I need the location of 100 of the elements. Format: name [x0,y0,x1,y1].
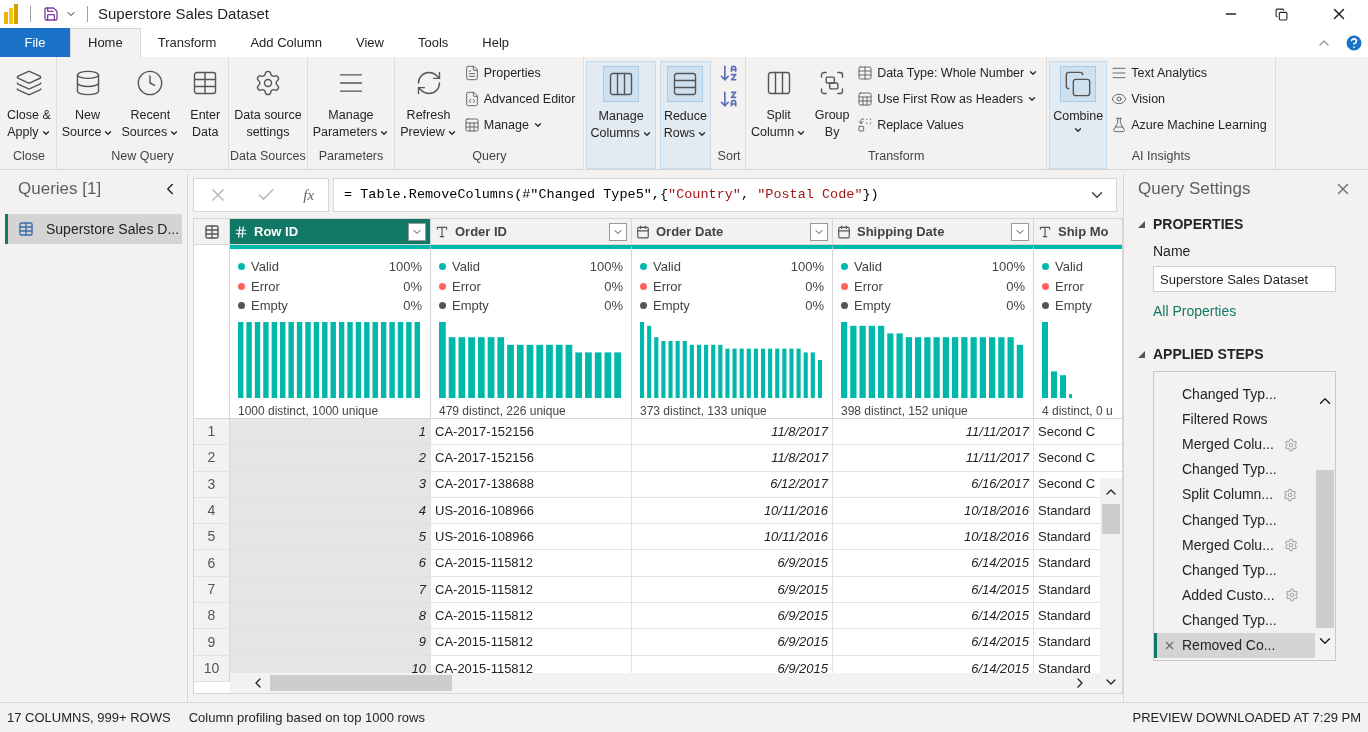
applied-step[interactable]: Changed Typ... [1154,457,1315,483]
table-cell: 10/11/2016 [632,524,833,550]
applied-step[interactable]: Changed Typ... [1154,382,1315,408]
status-text: 17 COLUMNS, 999+ ROWS [7,708,171,727]
formula-field[interactable]: = Table.RemoveColumns(#"Changed Type5",{"Country", "Postal Code"}) [333,178,1117,212]
fx-button[interactable]: fx [303,183,315,207]
vertical-scrollbar[interactable] [1100,478,1122,693]
table-cell: 6/9/2015 [632,576,833,603]
applied-step[interactable]: Merged Colu... [1154,532,1315,558]
button-label: Close & [7,107,51,124]
ribbon-menu-button[interactable]: Advanced Editor [463,89,576,109]
text-type-icon [435,224,449,239]
ribbon-button[interactable]: Recent Sources [118,61,183,151]
applied-step[interactable]: Merged Colu... [1154,432,1315,458]
ribbon-menu-button[interactable]: Text Analytics [1111,63,1267,83]
profile-percent: 100% [991,258,1025,276]
ribbon-menu-button[interactable]: Manage [463,115,576,135]
profile-percent: 100% [388,258,422,276]
filter-dropdown[interactable] [810,222,828,241]
save-icon[interactable] [43,6,59,22]
filter-dropdown[interactable] [1011,222,1029,241]
button-label: Reduce [663,108,707,125]
help-icon[interactable] [1344,33,1364,53]
section-heading: PROPERTIES [1153,215,1244,234]
ribbon-button[interactable]: New Source [58,61,117,151]
histogram-bar [753,348,758,398]
profile-percent: 0% [1006,297,1025,315]
scrollbar-thumb[interactable] [1316,470,1334,628]
query-item[interactable]: Superstore Sales D... [5,214,182,244]
profile-label: Error [251,277,281,296]
column-header[interactable]: Ship Mo [1034,219,1122,244]
histogram-bar [952,336,959,398]
gear-icon[interactable] [1283,437,1298,452]
histogram-bar [711,344,716,398]
ribbon-menu-button[interactable]: Replace Values [857,115,1039,135]
ribbon-button[interactable]: Reduce Rows [659,61,712,169]
button-label: Split [766,107,791,124]
ribbon-button[interactable]: Manage Columns [586,61,656,169]
number-type-icon [234,224,248,239]
histogram-bar [803,351,808,398]
scrollbar-thumb[interactable] [270,675,452,691]
histogram-bar [782,348,787,398]
applied-step[interactable]: Added Custo... [1154,582,1315,608]
ribbon-button[interactable]: Data source settings [231,61,305,151]
gear-icon[interactable] [1284,588,1299,603]
applied-step[interactable]: Changed Typ... [1154,607,1315,633]
ribbon-menu-button[interactable]: Vision [1111,89,1267,109]
ribbon-button[interactable]: Group By [811,61,854,151]
histogram-bar [565,344,573,398]
ribbon-menu-button[interactable]: Data Type: Whole Number [857,63,1039,83]
ribbon-button[interactable]: Close & Apply [4,61,54,151]
restore-icon[interactable] [1275,7,1288,21]
ribbon-tab[interactable]: Home [70,28,141,57]
table-cell: 6/16/2017 [833,471,1034,497]
applied-step[interactable]: Removed Co... [1154,632,1315,659]
column-header[interactable]: Shipping Date [833,219,1034,244]
ribbon-button[interactable]: Split Column [748,61,810,151]
histogram-bar [614,351,621,398]
sort-ascending-icon[interactable] [719,63,740,83]
histogram-bar [682,340,687,398]
filter-dropdown[interactable] [408,222,426,241]
button-label: Rows [663,125,696,142]
column-header[interactable]: Row ID [230,219,431,244]
filter-dropdown[interactable] [609,222,627,241]
all-properties-link[interactable]: All Properties [1153,301,1338,322]
histogram-bar [497,336,505,398]
name-field[interactable]: Superstore Sales Dataset [1153,266,1336,292]
ribbon-menu-button[interactable]: Azure Machine Learning [1111,115,1267,135]
column-header[interactable]: Order Date [632,219,833,244]
button-label: New [75,107,101,124]
gear-icon[interactable] [1283,538,1298,553]
applied-step[interactable]: Changed Typ... [1154,557,1315,583]
histogram-bar [725,348,730,398]
table-menu-icon[interactable] [203,223,220,240]
button-label: Recent [130,107,171,124]
ribbon-menu-button[interactable]: Properties [463,63,576,83]
histogram-bar [546,344,553,398]
histogram-bar [775,348,780,398]
applied-step[interactable]: Filtered Rows [1154,407,1315,433]
file-tab[interactable]: File [0,28,70,57]
ribbon-button[interactable]: Manage Parameters [309,61,393,151]
table-cell: 6/14/2015 [833,603,1034,629]
horizontal-scrollbar[interactable] [230,673,1100,693]
profile-percent: 100% [589,258,623,276]
table-cell: 2 [230,445,431,471]
button-label: Group [814,107,850,124]
table-cell: 5 [230,524,431,550]
column-header[interactable]: Order ID [431,219,632,244]
applied-step[interactable]: Changed Typ... [1154,507,1315,533]
ribbon-button[interactable]: Enter Data [184,61,227,151]
applied-step[interactable]: Split Column... [1154,482,1315,508]
table-cell: 10/11/2016 [632,497,833,524]
scrollbar-thumb[interactable] [1102,504,1120,534]
ribbon-button[interactable]: Refresh Preview [397,61,460,151]
ribbon-button[interactable]: Combine [1049,61,1108,169]
gear-icon[interactable] [1283,487,1298,502]
table-cell: 1 [230,419,431,445]
delete-step-icon[interactable] [1163,639,1176,652]
sort-descending-icon[interactable] [719,89,740,109]
ribbon-menu-button[interactable]: Use First Row as Headers [857,89,1039,109]
